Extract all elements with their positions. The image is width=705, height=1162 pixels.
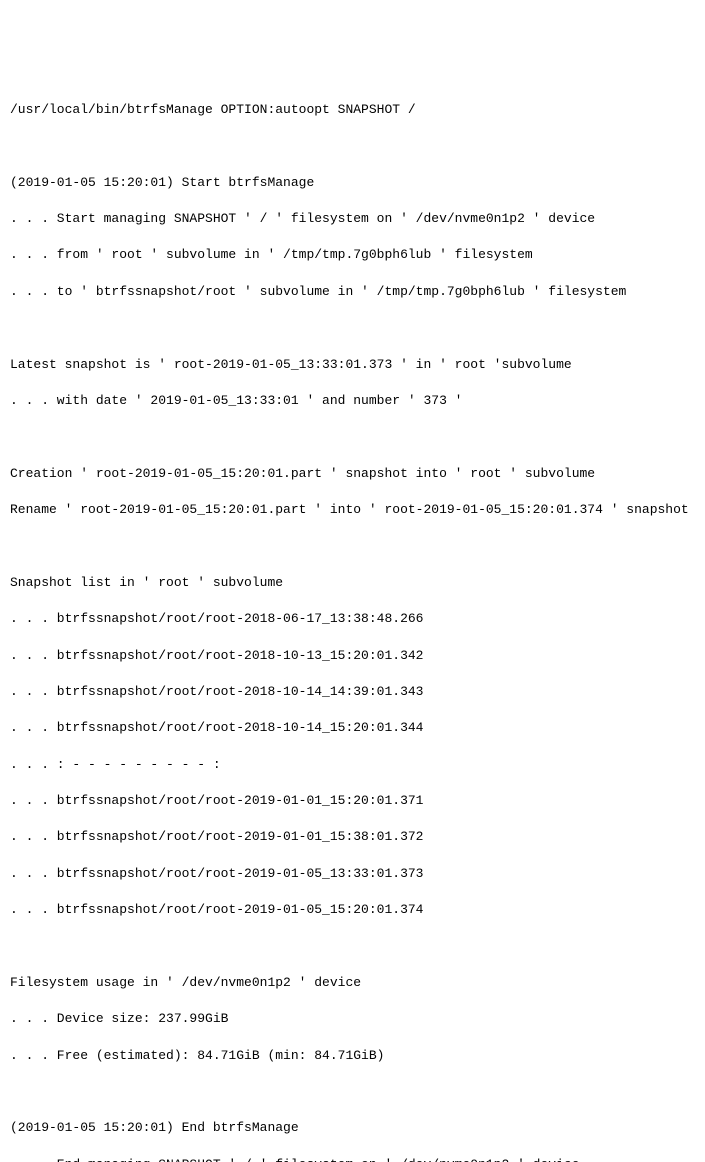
blank-line xyxy=(10,428,695,446)
snapshot-item: . . . btrfssnapshot/root/root-2018-10-14… xyxy=(10,719,695,737)
terminal-output: /usr/local/bin/btrfsManage OPTION:autoop… xyxy=(10,83,695,1162)
snapshot-item: . . . btrfssnapshot/root/root-2019-01-05… xyxy=(10,865,695,883)
with-date-line: . . . with date ' 2019-01-05_13:33:01 ' … xyxy=(10,392,695,410)
snapshot-separator: . . . : - - - - - - - - - : xyxy=(10,756,695,774)
latest-snapshot-line: Latest snapshot is ' root-2019-01-05_13:… xyxy=(10,356,695,374)
blank-line xyxy=(10,319,695,337)
snapshot-item: . . . btrfssnapshot/root/root-2018-06-17… xyxy=(10,610,695,628)
snapshot-list-header: Snapshot list in ' root ' subvolume xyxy=(10,574,695,592)
snapshot-item: . . . btrfssnapshot/root/root-2018-10-14… xyxy=(10,683,695,701)
command-line: /usr/local/bin/btrfsManage OPTION:autoop… xyxy=(10,101,695,119)
creation-line: Creation ' root-2019-01-05_15:20:01.part… xyxy=(10,465,695,483)
blank-line xyxy=(10,537,695,555)
filesystem-usage-header: Filesystem usage in ' /dev/nvme0n1p2 ' d… xyxy=(10,974,695,992)
blank-line xyxy=(10,137,695,155)
snapshot-item: . . . btrfssnapshot/root/root-2019-01-01… xyxy=(10,792,695,810)
blank-line xyxy=(10,1083,695,1101)
end-managing-line: . . . End managing SNAPSHOT ' / ' filesy… xyxy=(10,1156,695,1162)
start-timestamp: (2019-01-05 15:20:01) Start btrfsManage xyxy=(10,174,695,192)
from-subvolume-line: . . . from ' root ' subvolume in ' /tmp/… xyxy=(10,246,695,264)
end-timestamp: (2019-01-05 15:20:01) End btrfsManage xyxy=(10,1119,695,1137)
snapshot-item: . . . btrfssnapshot/root/root-2019-01-05… xyxy=(10,901,695,919)
free-estimated-line: . . . Free (estimated): 84.71GiB (min: 8… xyxy=(10,1047,695,1065)
to-subvolume-line: . . . to ' btrfssnapshot/root ' subvolum… xyxy=(10,283,695,301)
start-managing-line: . . . Start managing SNAPSHOT ' / ' file… xyxy=(10,210,695,228)
snapshot-item: . . . btrfssnapshot/root/root-2018-10-13… xyxy=(10,647,695,665)
blank-line xyxy=(10,938,695,956)
device-size-line: . . . Device size: 237.99GiB xyxy=(10,1010,695,1028)
snapshot-item: . . . btrfssnapshot/root/root-2019-01-01… xyxy=(10,828,695,846)
rename-line: Rename ' root-2019-01-05_15:20:01.part '… xyxy=(10,501,695,519)
